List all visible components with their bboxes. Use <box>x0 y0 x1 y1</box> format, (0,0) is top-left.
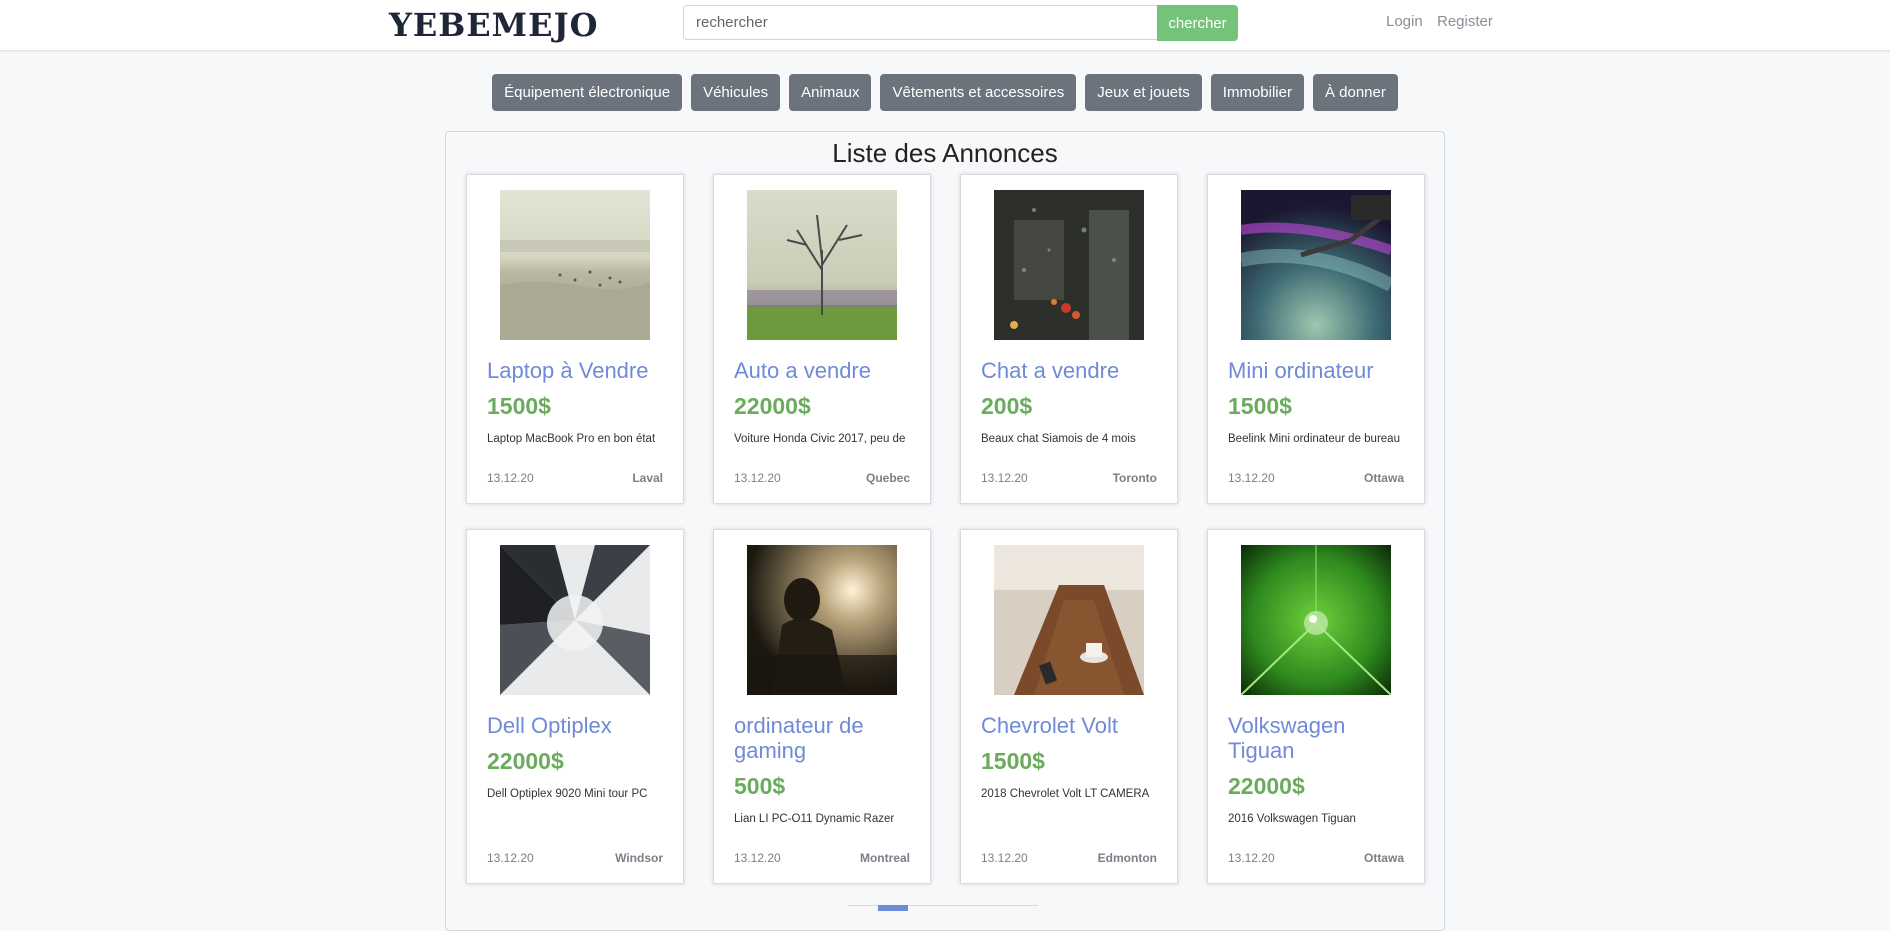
listing-title[interactable]: Auto a vendre <box>734 358 910 383</box>
search-button[interactable]: chercher <box>1157 5 1238 41</box>
listing-footer: 13.12.20 Ottawa <box>1228 471 1404 485</box>
listing-date: 13.12.20 <box>1228 851 1275 865</box>
listing-city: Edmonton <box>1097 851 1157 865</box>
listing-image-beach[interactable] <box>500 190 650 340</box>
listing-city: Quebec <box>865 471 910 485</box>
listing-footer: 13.12.20 Edmonton <box>981 851 1157 865</box>
listing-card[interactable]: Volkswagen Tiguan 22000$ 2016 Volkswagen… <box>1207 529 1425 884</box>
listing-title[interactable]: Laptop à Vendre <box>487 358 663 383</box>
listing-description: Dell Optiplex 9020 Mini tour PC <box>487 788 648 800</box>
listing-card[interactable]: Chevrolet Volt 1500$ 2018 Chevrolet Volt… <box>960 529 1178 884</box>
listing-footer: 13.12.20 Laval <box>487 471 663 485</box>
listing-title[interactable]: Dell Optiplex <box>487 713 663 738</box>
listing-date: 13.12.20 <box>734 851 781 865</box>
listing-date: 13.12.20 <box>981 471 1028 485</box>
listing-title[interactable]: ordinateur de gaming <box>734 713 910 763</box>
login-link[interactable]: Login <box>1386 13 1423 30</box>
listing-footer: 13.12.20 Quebec <box>734 471 910 485</box>
listing-title[interactable]: Chevrolet Volt <box>981 713 1157 738</box>
listing-price: 22000$ <box>1228 773 1305 799</box>
listing-description: 2018 Chevrolet Volt LT CAMERA <box>981 788 1150 800</box>
listing-image-green-leaf[interactable] <box>1241 545 1391 695</box>
listing-price: 500$ <box>734 773 786 799</box>
category-realestate-button[interactable]: Immobilier <box>1210 74 1304 111</box>
top-navbar: YEBEMEJO chercher Login Register <box>0 0 1890 51</box>
listing-date: 13.12.20 <box>1228 471 1275 485</box>
listing-description: 2016 Volkswagen Tiguan <box>1228 813 1356 825</box>
listing-description: Laptop MacBook Pro en bon état <box>487 433 656 445</box>
pagination-active-page[interactable] <box>878 905 908 911</box>
listing-footer: 13.12.20 Windsor <box>487 851 663 865</box>
listing-city: Windsor <box>615 851 663 865</box>
listings-title: Liste des Annonces <box>832 138 1058 168</box>
listing-image-skyscrapers[interactable] <box>500 545 650 695</box>
listing-city: Montreal <box>859 851 910 865</box>
listing-card[interactable]: Chat a vendre 200$ Beaux chat Siamois de… <box>960 174 1178 504</box>
listings-panel: Liste des Annonces Laptop à Vendre 1500$… <box>445 131 1445 931</box>
category-animals-button[interactable]: Animaux <box>789 74 872 111</box>
listing-price: 22000$ <box>734 393 811 419</box>
listing-description: Beaux chat Siamois de 4 mois <box>981 433 1136 445</box>
listing-description: Lian LI PC-O11 Dynamic Razer <box>734 813 895 825</box>
site-logo[interactable]: YEBEMEJO <box>389 6 599 44</box>
pagination <box>848 905 1038 911</box>
listing-price: 1500$ <box>981 748 1045 774</box>
listing-card[interactable]: ordinateur de gaming 500$ Lian LI PC-O11… <box>713 529 931 884</box>
listing-date: 13.12.20 <box>981 851 1028 865</box>
listing-image-cafe-table[interactable] <box>994 545 1144 695</box>
listing-footer: 13.12.20 Toronto <box>981 471 1157 485</box>
listing-card[interactable]: Auto a vendre 22000$ Voiture Honda Civic… <box>713 174 931 504</box>
listing-grid: Laptop à Vendre 1500$ Laptop MacBook Pro… <box>466 174 1425 884</box>
listing-price: 200$ <box>981 393 1033 419</box>
listing-footer: 13.12.20 Montreal <box>734 851 910 865</box>
listing-description: Beelink Mini ordinateur de bureau <box>1228 433 1400 445</box>
category-vehicles-button[interactable]: Véhicules <box>691 74 781 111</box>
listing-city: Laval <box>632 471 663 485</box>
listing-date: 13.12.20 <box>487 851 534 865</box>
listing-description: Voiture Honda Civic 2017, peu de <box>734 433 906 445</box>
listing-price: 1500$ <box>1228 393 1292 419</box>
listing-date: 13.12.20 <box>734 471 781 485</box>
listing-card[interactable]: Dell Optiplex 22000$ Dell Optiplex 9020 … <box>466 529 684 884</box>
category-free-button[interactable]: À donner <box>1312 74 1398 111</box>
category-bar: Équipement électronique Véhicules Animau… <box>0 74 1890 111</box>
listing-footer: 13.12.20 Ottawa <box>1228 851 1404 865</box>
listing-title[interactable]: Volkswagen Tiguan <box>1228 713 1404 763</box>
register-link[interactable]: Register <box>1437 13 1493 30</box>
listing-city: Toronto <box>1112 471 1157 485</box>
listing-city: Ottawa <box>1363 851 1404 865</box>
listing-title[interactable]: Mini ordinateur <box>1228 358 1404 383</box>
listing-image-rain-window[interactable] <box>994 190 1144 340</box>
listing-card[interactable]: Laptop à Vendre 1500$ Laptop MacBook Pro… <box>466 174 684 504</box>
listing-city: Ottawa <box>1363 471 1404 485</box>
category-games-button[interactable]: Jeux et jouets <box>1085 74 1202 111</box>
listing-image-space-station[interactable] <box>1241 190 1391 340</box>
listing-price: 22000$ <box>487 748 564 774</box>
listing-date: 13.12.20 <box>487 471 534 485</box>
category-electronics-button[interactable]: Équipement électronique <box>492 74 683 111</box>
listing-card[interactable]: Mini ordinateur 1500$ Beelink Mini ordin… <box>1207 174 1425 504</box>
listing-image-tree[interactable] <box>747 190 897 340</box>
category-clothing-button[interactable]: Vêtements et accessoires <box>880 74 1077 111</box>
listing-price: 1500$ <box>487 393 551 419</box>
search-input[interactable] <box>683 5 1158 40</box>
listing-image-sunset-person[interactable] <box>747 545 897 695</box>
listing-title[interactable]: Chat a vendre <box>981 358 1157 383</box>
